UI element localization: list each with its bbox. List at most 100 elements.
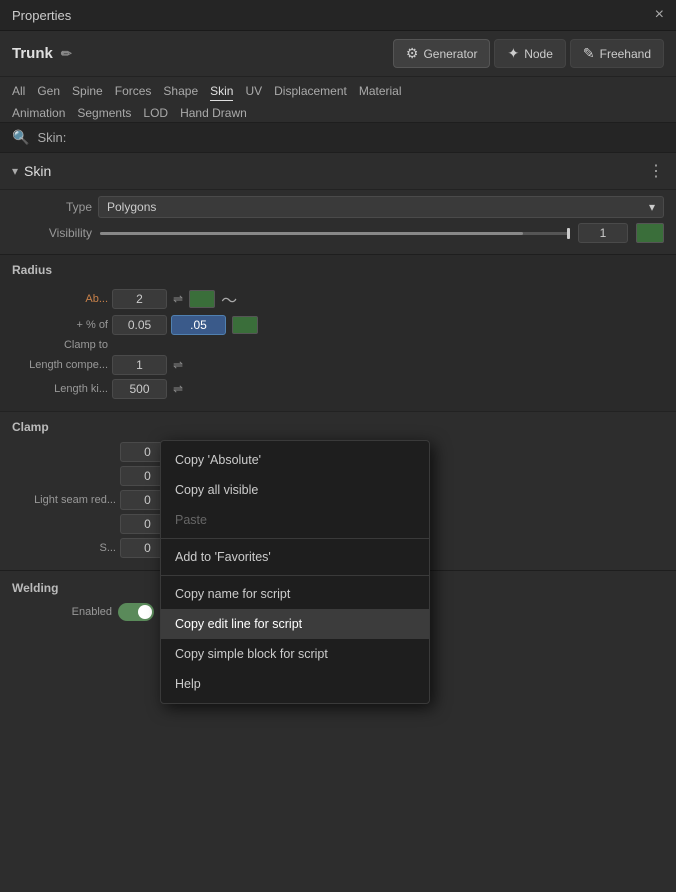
absolute-label: Ab...	[8, 293, 108, 305]
menu-item-copy-simple-block[interactable]: Copy simple block for script	[161, 639, 429, 669]
tab-spine[interactable]: Spine	[72, 82, 103, 101]
clamp-label: Clamp	[8, 416, 668, 438]
tab-lod[interactable]: LOD	[143, 104, 168, 122]
tab-shape[interactable]: Shape	[163, 82, 198, 101]
panel-title: Properties	[12, 8, 71, 23]
main-panel: Properties × Trunk ✏ ⚙ Generator ✦ Node …	[0, 0, 676, 892]
search-icon: 🔍	[12, 129, 29, 146]
context-menu: Copy 'Absolute' Copy all visible Paste A…	[160, 440, 430, 704]
menu-item-copy-all-visible[interactable]: Copy all visible	[161, 475, 429, 505]
tabs-line2: Animation Segments LOD Hand Drawn	[12, 104, 664, 122]
visibility-slider-fill	[100, 232, 523, 235]
visibility-slider-thumb	[567, 228, 570, 239]
absolute-reset-icon[interactable]: ⇌	[173, 292, 183, 306]
clampto-label: Clamp to	[8, 339, 108, 351]
skin-section-menu[interactable]: ⋮	[648, 161, 664, 181]
trunk-name: Trunk	[12, 45, 53, 62]
menu-item-add-favorites[interactable]: Add to 'Favorites'	[161, 542, 429, 572]
tab-handdrawn[interactable]: Hand Drawn	[180, 104, 247, 122]
percent-swatch	[232, 316, 258, 334]
type-label: Type	[12, 200, 92, 214]
menu-divider-1	[161, 538, 429, 539]
tab-animation[interactable]: Animation	[12, 104, 65, 122]
radius-section: Radius Ab... 2 ⇌ 〜 + % of 0.05 .05 Clamp…	[0, 254, 676, 411]
tabs-line1: All Gen Spine Forces Shape Skin UV Displ…	[12, 82, 664, 101]
percent-value2[interactable]: .05	[171, 315, 226, 335]
menu-item-copy-name[interactable]: Copy name for script	[161, 579, 429, 609]
absolute-row: Ab... 2 ⇌ 〜	[8, 287, 668, 311]
absolute-value[interactable]: 2	[112, 289, 167, 309]
percent-label: + % of	[8, 319, 108, 331]
menu-divider-2	[161, 575, 429, 576]
visibility-color-swatch	[636, 223, 664, 243]
absolute-curve-icon: 〜	[221, 287, 237, 311]
node-icon: ✦	[507, 45, 519, 62]
generator-icon: ⚙	[406, 45, 419, 62]
copy-name-label: Copy name for script	[175, 587, 290, 601]
skin-title-text: Skin	[24, 163, 51, 179]
skin-section-title: ▾ Skin	[12, 163, 51, 179]
freehand-icon: ✎	[583, 45, 595, 62]
type-row: Type Polygons ▾	[12, 196, 664, 218]
trunk-label-group: Trunk ✏	[12, 45, 72, 62]
tab-segments[interactable]: Segments	[77, 104, 131, 122]
lengthcomp-label: Length compe...	[8, 359, 108, 371]
lengthk-value[interactable]: 500	[112, 379, 167, 399]
search-label: Skin:	[37, 130, 66, 145]
skin-section-header: ▾ Skin ⋮	[0, 153, 676, 190]
dropdown-chevron-icon: ▾	[649, 200, 655, 214]
lengthcomp-icon[interactable]: ⇌	[173, 358, 183, 372]
freehand-mode-button[interactable]: ✎ Freehand	[570, 39, 664, 68]
lengthk-icon[interactable]: ⇌	[173, 382, 183, 396]
type-dropdown[interactable]: Polygons ▾	[98, 196, 664, 218]
copy-absolute-label: Copy 'Absolute'	[175, 453, 261, 467]
lengthk-row: Length ki... 500 ⇌	[8, 379, 668, 399]
menu-item-paste[interactable]: Paste	[161, 505, 429, 535]
copy-all-visible-label: Copy all visible	[175, 483, 258, 497]
tab-displacement[interactable]: Displacement	[274, 82, 347, 101]
enabled-toggle[interactable]	[118, 603, 154, 621]
tab-forces[interactable]: Forces	[115, 82, 152, 101]
title-bar: Properties ×	[0, 0, 676, 31]
help-label: Help	[175, 677, 201, 691]
menu-item-copy-absolute[interactable]: Copy 'Absolute'	[161, 445, 429, 475]
tabs-row: All Gen Spine Forces Shape Skin UV Displ…	[0, 77, 676, 123]
header-area: Trunk ✏ ⚙ Generator ✦ Node ✎ Freehand	[0, 31, 676, 77]
mode-buttons-group: ⚙ Generator ✦ Node ✎ Freehand	[393, 39, 664, 68]
visibility-value[interactable]: 1	[578, 223, 628, 243]
generator-mode-button[interactable]: ⚙ Generator	[393, 39, 491, 68]
tab-uv[interactable]: UV	[245, 82, 262, 101]
menu-item-help[interactable]: Help	[161, 669, 429, 699]
enabled-label: Enabled	[12, 606, 112, 618]
node-label: Node	[524, 47, 553, 61]
lengthk-label: Length ki...	[8, 383, 108, 395]
tab-all[interactable]: All	[12, 82, 25, 101]
lengthcomp-row: Length compe... 1 ⇌	[8, 355, 668, 375]
percent-row: + % of 0.05 .05	[8, 315, 668, 335]
paste-label: Paste	[175, 513, 207, 527]
copy-edit-line-label: Copy edit line for script	[175, 617, 302, 631]
search-bar: 🔍 Skin:	[0, 123, 676, 153]
add-favorites-label: Add to 'Favorites'	[175, 550, 271, 564]
percent-value1[interactable]: 0.05	[112, 315, 167, 335]
tab-skin[interactable]: Skin	[210, 82, 233, 101]
skin-properties: Type Polygons ▾ Visibility 1	[0, 190, 676, 254]
edit-icon[interactable]: ✏	[61, 46, 72, 62]
copy-simple-block-label: Copy simple block for script	[175, 647, 328, 661]
tab-material[interactable]: Material	[359, 82, 402, 101]
absolute-swatch	[189, 290, 215, 308]
node-mode-button[interactable]: ✦ Node	[494, 39, 565, 68]
lengthcomp-value[interactable]: 1	[112, 355, 167, 375]
close-button[interactable]: ×	[655, 7, 664, 23]
s-label: S...	[16, 542, 116, 554]
radius-label: Radius	[0, 261, 676, 283]
toggle-thumb	[138, 605, 152, 619]
menu-item-copy-edit-line[interactable]: Copy edit line for script	[161, 609, 429, 639]
tab-gen[interactable]: Gen	[37, 82, 60, 101]
radius-props: Ab... 2 ⇌ 〜 + % of 0.05 .05 Clamp to Len…	[0, 283, 676, 407]
visibility-slider[interactable]	[100, 232, 570, 235]
lightseam-label: Light seam red...	[16, 494, 116, 506]
section-chevron[interactable]: ▾	[12, 164, 18, 178]
visibility-row: Visibility 1	[12, 223, 664, 243]
generator-label: Generator	[423, 47, 477, 61]
